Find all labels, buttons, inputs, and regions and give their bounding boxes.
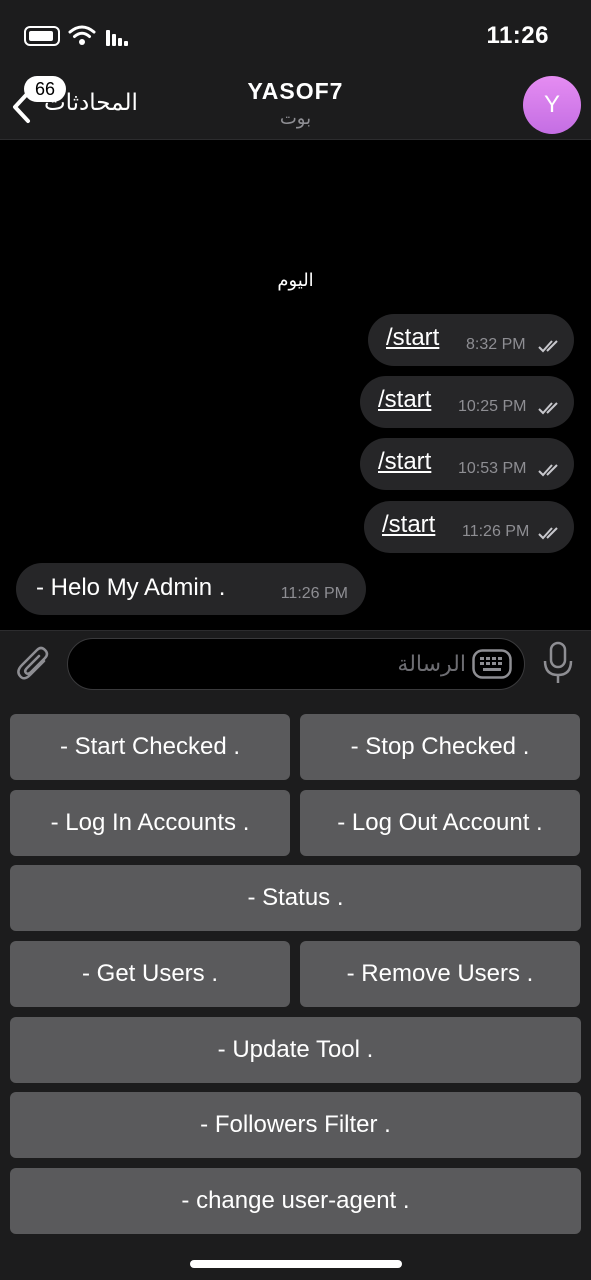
update-tool-button[interactable]: - Update Tool . [10, 1017, 581, 1083]
log-out-account-button[interactable]: - Log Out Account . [300, 790, 580, 856]
double-check-icon [538, 527, 558, 540]
keyboard-icon[interactable] [472, 649, 512, 679]
message-bubble[interactable]: /start 10:25 PM [360, 376, 574, 428]
bot-reply-keyboard: - Start Checked . - Stop Checked . - Log… [0, 698, 591, 1280]
message-time: 11:26 PM [462, 523, 530, 540]
wifi-icon [68, 25, 96, 45]
date-separator: اليوم [277, 270, 314, 291]
message-input[interactable] [86, 649, 466, 679]
message-time: 11:26 PM [280, 585, 348, 602]
log-in-accounts-button[interactable]: - Log In Accounts . [10, 790, 290, 856]
double-check-icon [538, 402, 558, 415]
stop-checked-button[interactable]: - Stop Checked . [300, 714, 580, 780]
message-bubble[interactable]: /start 11:26 PM [364, 501, 574, 553]
get-users-button[interactable]: - Get Users . [10, 941, 290, 1007]
paperclip-icon[interactable] [16, 645, 52, 685]
chat-area: اليوم /start 8:32 PM /start 10:25 PM /st… [0, 140, 591, 630]
status-time: 11:26 [486, 22, 549, 49]
command-link[interactable]: /start [382, 511, 435, 539]
double-check-icon [538, 464, 558, 477]
microphone-icon[interactable] [543, 641, 573, 687]
battery-icon [24, 26, 60, 46]
message-time: 10:53 PM [458, 460, 527, 477]
remove-users-button[interactable]: - Remove Users . [300, 941, 580, 1007]
command-link[interactable]: /start [378, 386, 431, 414]
avatar[interactable]: Y [523, 76, 581, 134]
command-link[interactable]: /start [386, 324, 439, 352]
message-time: 8:32 PM [466, 336, 526, 353]
signal-icon [106, 28, 130, 46]
double-check-icon [538, 340, 558, 353]
message-bubble[interactable]: - Helo My Admin . 11:26 PM [16, 563, 366, 615]
message-text: - Helo My Admin . [36, 574, 226, 601]
message-time: 10:25 PM [458, 398, 527, 415]
message-bubble[interactable]: /start 10:53 PM [360, 438, 574, 490]
command-link[interactable]: /start [378, 448, 431, 476]
message-bubble[interactable]: /start 8:32 PM [368, 314, 574, 366]
status-bar: 11:26 [0, 0, 591, 70]
chat-header: المحادثات 66 YASOF7 بوت Y [0, 70, 591, 140]
message-input-bar [0, 630, 591, 698]
start-checked-button[interactable]: - Start Checked . [10, 714, 290, 780]
followers-filter-button[interactable]: - Followers Filter . [10, 1092, 581, 1158]
message-field[interactable] [67, 638, 525, 690]
chat-title[interactable]: YASOF7 [0, 78, 591, 105]
chat-subtitle: بوت [279, 108, 312, 129]
status-button[interactable]: - Status . [10, 865, 581, 931]
change-user-agent-button[interactable]: - change user-agent . [10, 1168, 581, 1234]
home-indicator [190, 1260, 402, 1268]
